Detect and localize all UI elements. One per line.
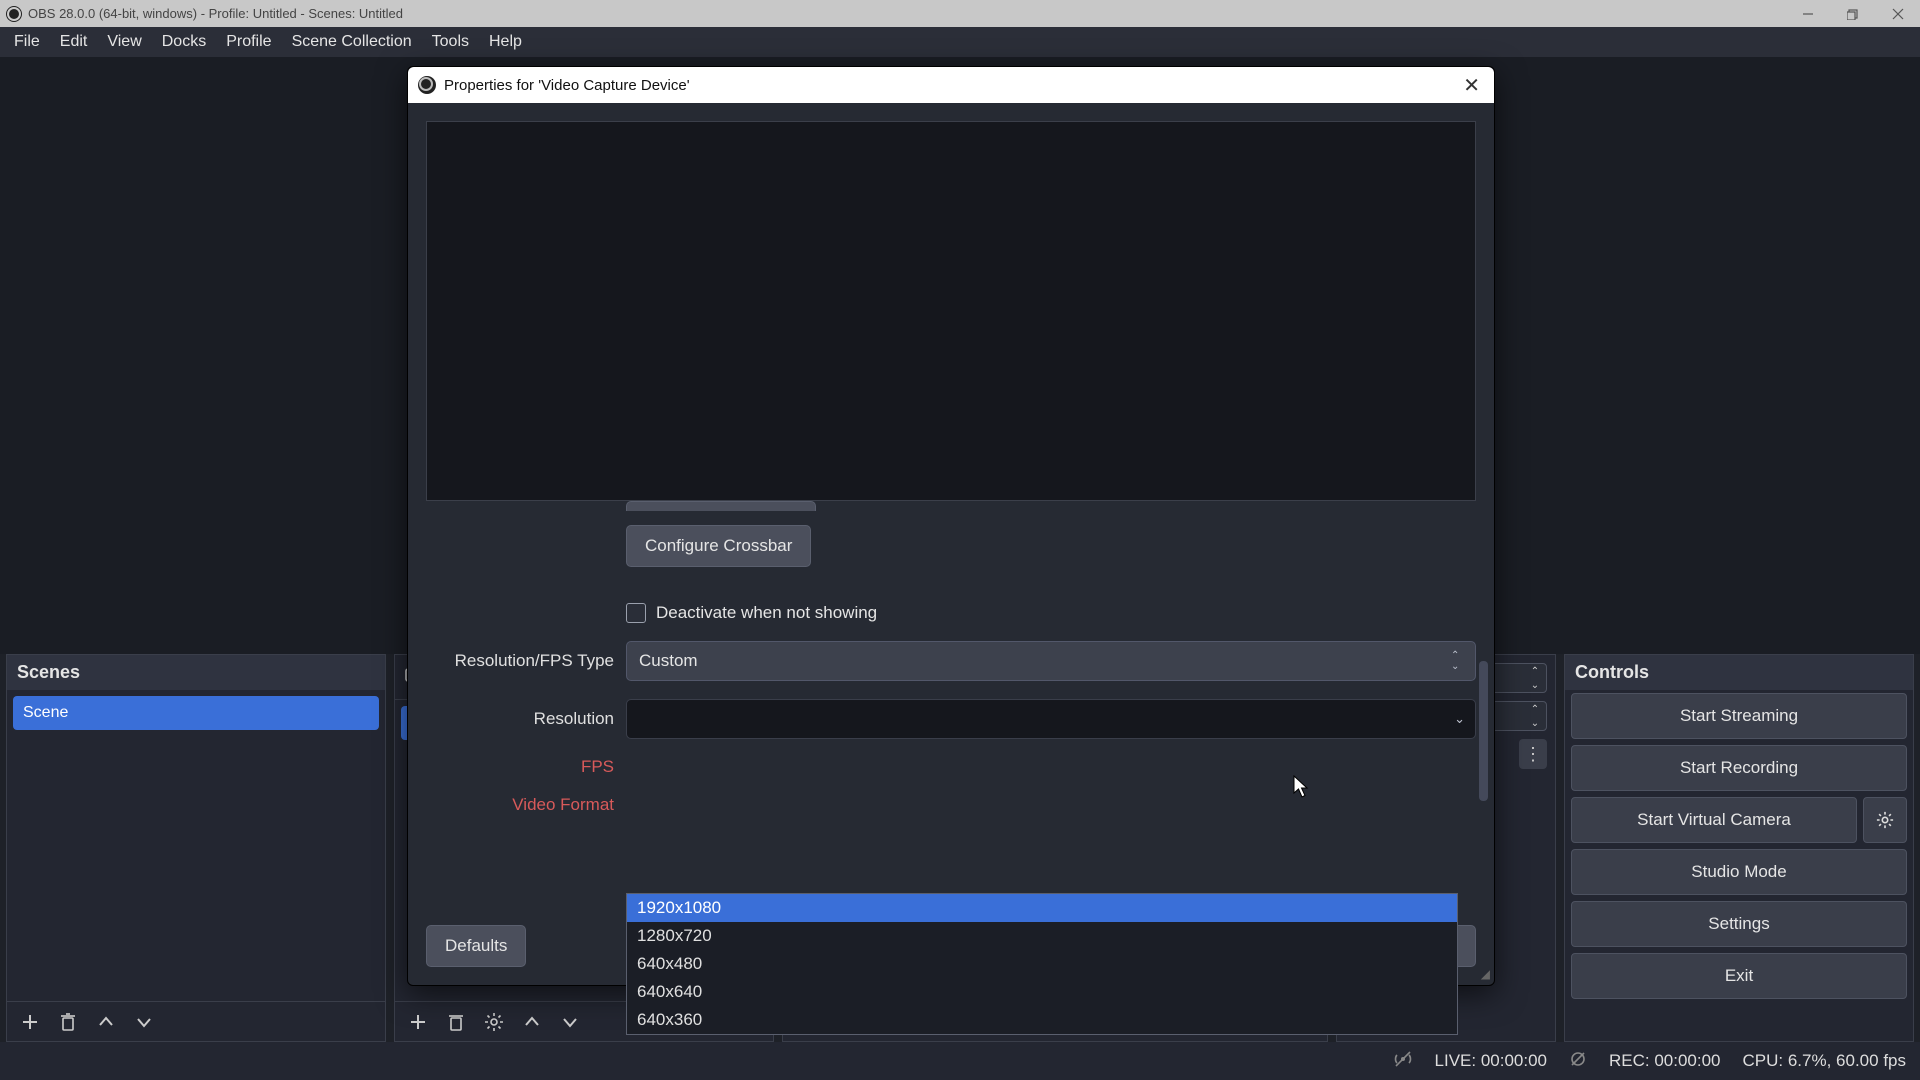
start-recording-button[interactable]: Start Recording [1571, 745, 1907, 791]
start-streaming-button[interactable]: Start Streaming [1571, 693, 1907, 739]
scrollbar-thumb[interactable] [1479, 661, 1488, 801]
obs-app-icon [6, 6, 22, 22]
deactivate-checkbox-row[interactable]: Deactivate when not showing [426, 603, 1476, 623]
resolution-option[interactable]: 640x480 [627, 950, 1457, 978]
add-scene-button[interactable] [15, 1007, 45, 1037]
remove-scene-button[interactable] [53, 1007, 83, 1037]
controls-dock: Controls Start Streaming Start Recording… [1564, 654, 1914, 1042]
chevron-down-icon: ⌄ [1451, 661, 1467, 672]
virtual-camera-settings-button[interactable] [1863, 797, 1907, 843]
menu-tools[interactable]: Tools [422, 29, 479, 55]
res-fps-type-label: Resolution/FPS Type [426, 651, 614, 671]
resolution-option[interactable]: 640x360 [627, 1006, 1457, 1034]
record-off-icon [1569, 1050, 1587, 1073]
menu-profile[interactable]: Profile [216, 29, 281, 55]
scenes-header: Scenes [7, 655, 385, 690]
controls-header: Controls [1565, 655, 1913, 690]
partial-button-edge [626, 501, 816, 511]
source-settings-button[interactable] [479, 1007, 509, 1037]
menu-docks[interactable]: Docks [152, 29, 216, 55]
window-title: OBS 28.0.0 (64-bit, windows) - Profile: … [28, 6, 1785, 21]
obs-app-icon [418, 76, 436, 94]
dialog-title: Properties for 'Video Capture Device' [444, 77, 690, 94]
device-preview [426, 121, 1476, 501]
studio-mode-button[interactable]: Studio Mode [1571, 849, 1907, 895]
broadcast-icon [1393, 1049, 1413, 1074]
add-source-button[interactable] [403, 1007, 433, 1037]
chevron-up-icon[interactable]: ⌃ [1524, 702, 1546, 716]
source-move-down-button[interactable] [555, 1007, 585, 1037]
resolution-label: Resolution [426, 709, 614, 729]
exit-button[interactable]: Exit [1571, 953, 1907, 999]
settings-button[interactable]: Settings [1571, 901, 1907, 947]
defaults-button[interactable]: Defaults [426, 925, 526, 967]
menu-edit[interactable]: Edit [50, 29, 98, 55]
dialog-close-button[interactable]: ✕ [1459, 73, 1484, 98]
window-close-button[interactable] [1875, 0, 1920, 27]
window-maximize-button[interactable] [1830, 0, 1875, 27]
scene-move-down-button[interactable] [129, 1007, 159, 1037]
chevron-up-icon[interactable]: ⌃ [1524, 664, 1546, 678]
mouse-cursor [1293, 775, 1311, 804]
resolution-combobox[interactable]: ⌄ [626, 699, 1476, 739]
resize-grip[interactable]: ◢ [1481, 967, 1490, 981]
scenes-dock: Scenes Scene [6, 654, 386, 1042]
gear-icon [1876, 811, 1894, 829]
configure-crossbar-button[interactable]: Configure Crossbar [626, 525, 811, 567]
resolution-option[interactable]: 1280x720 [627, 922, 1457, 950]
res-fps-type-select[interactable]: Custom ⌃⌄ [626, 641, 1476, 681]
status-live: LIVE: 00:00:00 [1435, 1051, 1547, 1071]
menubar: File Edit View Docks Profile Scene Colle… [0, 27, 1920, 57]
properties-dialog: Properties for 'Video Capture Device' ✕ … [407, 66, 1495, 986]
video-format-label: Video Format [426, 795, 614, 815]
resolution-dropdown: 1920x1080 1280x720 640x480 640x640 640x3… [626, 893, 1458, 1035]
menu-help[interactable]: Help [479, 29, 532, 55]
window-minimize-button[interactable] [1785, 0, 1830, 27]
dialog-titlebar[interactable]: Properties for 'Video Capture Device' ✕ [408, 67, 1494, 103]
chevron-down-icon[interactable]: ⌄ [1524, 716, 1546, 730]
scene-move-up-button[interactable] [91, 1007, 121, 1037]
menu-file[interactable]: File [4, 29, 50, 55]
menu-view[interactable]: View [97, 29, 151, 55]
fps-label: FPS [426, 757, 614, 777]
dialog-scrollbar[interactable] [1479, 231, 1488, 851]
chevron-down-icon: ⌄ [1454, 711, 1465, 727]
scene-list-item[interactable]: Scene [13, 696, 379, 730]
resolution-option[interactable]: 640x640 [627, 978, 1457, 1006]
status-cpu: CPU: 6.7%, 60.00 fps [1743, 1051, 1906, 1071]
status-rec: REC: 00:00:00 [1609, 1051, 1721, 1071]
transition-menu-button[interactable]: ⋮ [1519, 739, 1547, 769]
chevron-up-icon: ⌃ [1451, 650, 1467, 661]
source-move-up-button[interactable] [517, 1007, 547, 1037]
chevron-down-icon[interactable]: ⌄ [1524, 678, 1546, 692]
window-titlebar: OBS 28.0.0 (64-bit, windows) - Profile: … [0, 0, 1920, 27]
res-fps-type-value: Custom [639, 651, 698, 671]
statusbar: LIVE: 00:00:00 REC: 00:00:00 CPU: 6.7%, … [0, 1042, 1920, 1080]
scenes-toolbar [7, 1001, 385, 1041]
start-virtual-camera-button[interactable]: Start Virtual Camera [1571, 797, 1857, 843]
menu-scene-collection[interactable]: Scene Collection [282, 29, 422, 55]
deactivate-checkbox[interactable] [626, 603, 646, 623]
resolution-option[interactable]: 1920x1080 [627, 894, 1457, 922]
deactivate-label: Deactivate when not showing [656, 603, 877, 623]
remove-source-button[interactable] [441, 1007, 471, 1037]
